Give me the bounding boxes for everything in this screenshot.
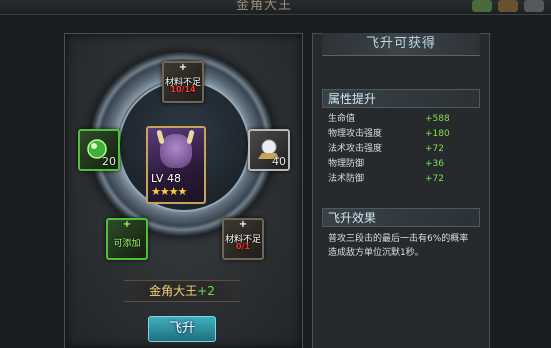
hero-name: 金角大王 bbox=[149, 284, 198, 298]
stat-value: +72 bbox=[425, 174, 444, 184]
stat-row: 生命值 +588 bbox=[328, 112, 478, 127]
stat-row: 物理攻击强度 +180 bbox=[328, 127, 478, 142]
top-title: 金角大王 bbox=[236, 0, 293, 13]
effect-header: 飞升效果 bbox=[322, 208, 480, 227]
material-slot-bottom-left[interactable]: + 可添加 bbox=[106, 218, 148, 260]
horn-left-icon bbox=[156, 129, 165, 145]
hero-name-bar: 金角大王+2 bbox=[124, 280, 240, 302]
stat-value: +36 bbox=[425, 159, 444, 169]
hero-bonus: +2 bbox=[197, 284, 215, 298]
stat-name: 物理攻击强度 bbox=[328, 129, 383, 139]
menu-icon[interactable] bbox=[472, 0, 492, 12]
stat-name: 物理防御 bbox=[328, 159, 365, 169]
stat-name: 生命值 bbox=[328, 114, 356, 124]
stat-value: +72 bbox=[425, 144, 444, 154]
panel-title: 飞升可获得 bbox=[322, 33, 480, 56]
stat-row: 物理防御 +36 bbox=[328, 157, 478, 172]
top-bar: 金角大王 bbox=[0, 0, 551, 15]
slot-count: 40 bbox=[272, 155, 286, 168]
stat-value: +180 bbox=[425, 129, 450, 139]
add-plus-icon: + bbox=[122, 219, 132, 230]
stat-name: 法术防御 bbox=[328, 174, 365, 184]
hero-stars: ★★★★ bbox=[151, 185, 187, 198]
stat-row: 法术防御 +72 bbox=[328, 172, 478, 187]
add-plus-icon: + bbox=[238, 219, 248, 230]
ascend-button[interactable]: 飞升 bbox=[148, 316, 216, 342]
hero-portrait[interactable]: LV 48 ★★★★ bbox=[146, 126, 206, 204]
material-slot-top[interactable]: + 材料不足 10/14 bbox=[162, 61, 204, 103]
horn-right-icon bbox=[186, 129, 195, 145]
attribute-header: 属性提升 bbox=[322, 89, 480, 108]
bag-icon[interactable] bbox=[498, 0, 518, 12]
slot-count: 10/14 bbox=[170, 85, 196, 94]
material-slot-bottom-right[interactable]: + 材料不足 0/1 bbox=[222, 218, 264, 260]
add-plus-icon: + bbox=[178, 62, 188, 73]
material-slot-left[interactable]: 20 bbox=[78, 129, 120, 171]
material-slot-right[interactable]: 40 bbox=[248, 129, 290, 171]
slot-count: 0/1 bbox=[235, 242, 251, 251]
ascension-info-panel bbox=[312, 33, 490, 348]
slot-count: 20 bbox=[102, 155, 116, 168]
stat-list: 生命值 +588 物理攻击强度 +180 法术攻击强度 +72 物理防御 +36 法术防… bbox=[328, 112, 478, 187]
effect-description: 普攻三段击的最后一击有6%的概率造成敌方单位沉默1秒。 bbox=[328, 234, 469, 258]
hero-level: LV 48 bbox=[151, 172, 181, 185]
stat-row: 法术攻击强度 +72 bbox=[328, 142, 478, 157]
stat-value: +588 bbox=[425, 114, 450, 124]
stat-name: 法术攻击强度 bbox=[328, 144, 383, 154]
settings-icon[interactable] bbox=[524, 0, 544, 12]
slot-status-label: 可添加 bbox=[113, 239, 141, 249]
